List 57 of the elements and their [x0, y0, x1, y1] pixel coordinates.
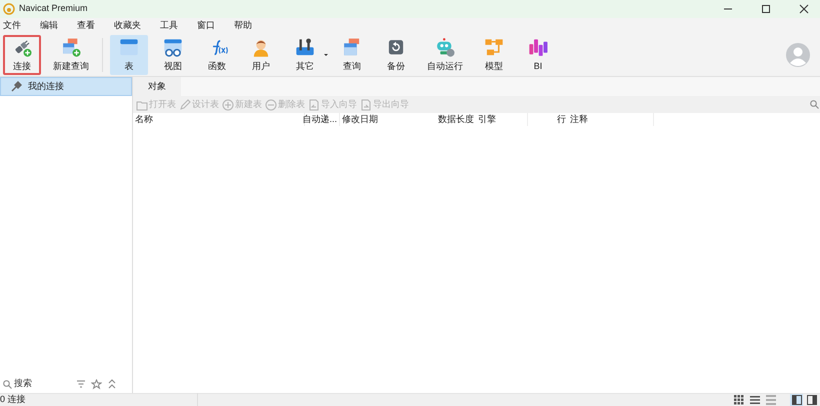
column-header[interactable]: 自动递... — [305, 113, 340, 126]
menu-item[interactable]: 查看 — [75, 19, 97, 33]
menu-item[interactable]: 窗口 — [195, 19, 217, 33]
menu-item[interactable]: 编辑 — [38, 19, 60, 33]
toolbar-button[interactable]: BI — [519, 35, 557, 75]
grid-icon — [734, 395, 744, 405]
new-icon — [222, 98, 234, 110]
toolbar-button[interactable]: 新建查询 — [47, 35, 95, 75]
search-field[interactable]: 搜索 — [14, 377, 74, 391]
panel-toggle[interactable] — [790, 394, 803, 406]
status-text: 0 连接 — [0, 393, 198, 406]
tab[interactable]: 对象 — [133, 77, 181, 96]
view-toggle[interactable] — [748, 394, 761, 406]
design-icon — [179, 98, 191, 110]
toolbar-button[interactable]: 视图 — [154, 35, 192, 75]
left-icon — [792, 395, 802, 405]
toolbar-button[interactable]: 连接 — [3, 35, 41, 75]
column-header[interactable]: 注释 — [568, 113, 654, 126]
collapse-icon[interactable] — [107, 379, 117, 389]
menu-item[interactable]: 工具 — [158, 19, 180, 33]
panel-toggle[interactable] — [805, 394, 818, 406]
maximize-icon[interactable] — [761, 4, 771, 14]
toolbar-button[interactable]: 自动运行 — [421, 35, 469, 75]
menu-item[interactable]: 收藏夹 — [112, 19, 143, 33]
close-icon[interactable] — [799, 4, 809, 14]
plug-icon — [11, 81, 22, 92]
toolbar-button[interactable]: 查询 — [333, 35, 371, 75]
toolbar-button[interactable]: 用户 — [242, 35, 280, 75]
toolbar-button[interactable]: 备份 — [377, 35, 415, 75]
import-icon — [308, 98, 320, 110]
toolbar-button[interactable]: 模型 — [475, 35, 513, 75]
right-icon — [806, 395, 816, 405]
list-icon — [750, 395, 760, 405]
star-icon[interactable] — [91, 378, 102, 390]
toolbar-button[interactable]: 函数 — [198, 35, 236, 75]
menu-item[interactable]: 帮助 — [232, 19, 254, 33]
view-toggle[interactable] — [764, 394, 777, 406]
column-header[interactable]: 修改日期 — [340, 113, 426, 126]
detail-icon — [766, 395, 776, 405]
search-icon[interactable] — [810, 100, 819, 109]
toolbar-button[interactable]: 其它 — [286, 35, 324, 75]
sidebar-item[interactable]: 我的连接 — [0, 77, 132, 96]
column-header[interactable]: 数据长度 — [426, 113, 476, 126]
column-header[interactable]: 名称 — [133, 113, 305, 126]
column-header[interactable]: 行 — [528, 113, 568, 126]
dropdown-icon[interactable] — [324, 53, 328, 57]
export-icon — [360, 98, 372, 110]
window-title: Navicat Premium — [19, 2, 88, 16]
menu-item[interactable]: 文件 — [1, 19, 23, 33]
app-logo-icon — [3, 3, 15, 15]
filter-icon[interactable] — [76, 379, 86, 389]
search-icon — [3, 380, 12, 388]
delete-icon — [265, 98, 277, 110]
column-header[interactable]: 引擎 — [476, 113, 528, 126]
toolbar-button[interactable]: 表 — [110, 35, 148, 75]
open-icon — [136, 98, 148, 110]
view-toggle[interactable] — [732, 394, 745, 406]
